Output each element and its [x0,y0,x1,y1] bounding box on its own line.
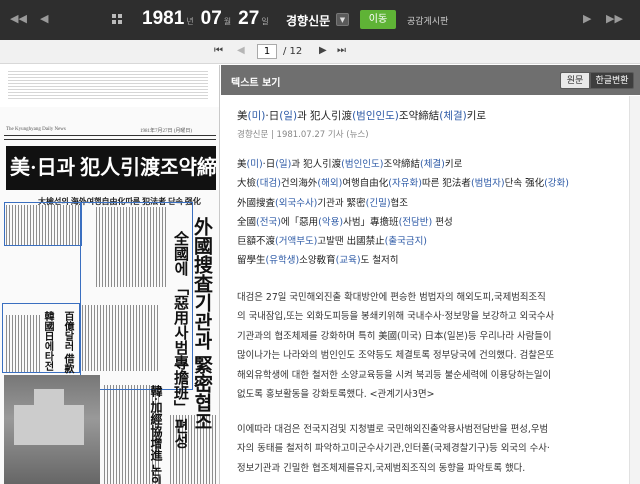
summary-line: 留學生(유학생)소양敎育(교육)도 철저히 [237,255,399,267]
toggle-original-button[interactable]: 원문 [560,72,590,89]
photo-building [14,405,84,445]
article-summary: 美(미)·日(일)과 犯人引渡(범인인도)조약締結(체결)키로 大檢(대검)건의… [237,156,569,272]
summary-line: 外國搜査(외국수사)기관과 緊密(긴밀)협조 [237,197,409,209]
summary-line: 巨額不渡(거액부도)고발땐 出國禁止(출국금지) [237,236,428,248]
prev-day-icon[interactable]: ◀ [40,12,48,25]
paragraph-line: 자의 동태를 철저히 파악하고미군수사기관,인터폴(국제경찰기구)등 외국의 수… [237,443,550,455]
masthead-rule [4,135,216,136]
newspaper-select[interactable]: 경향신문 [286,12,330,29]
article-text: 美(미)·日(일)과 犯人引渡(범인인도)조약締結(체결)키로 경향신문 | 1… [221,96,640,484]
summary-line: 美(미)·日(일)과 犯人引渡(범인인도)조약締結(체결)키로 [237,159,463,170]
masthead-text [8,71,208,101]
calendar-grid-icon[interactable] [112,14,123,25]
month-unit: 월 [223,17,232,26]
next-year-icon[interactable]: ▶▶ [606,12,623,25]
day-value[interactable]: 27 [238,8,259,30]
last-page-icon[interactable]: ⏭ [337,45,346,56]
day-unit: 일 [261,17,269,26]
vertical-headline: 韓國日에타전 [42,311,53,371]
masthead-english: The Kyunghyang Daily News [6,127,66,132]
prev-page-icon[interactable]: ◀ [237,45,245,56]
panel-title: 텍스트 보기 [231,78,281,89]
next-page-icon[interactable]: ▶ [319,45,327,56]
year-unit: 년 [186,17,194,26]
paragraph-line: 해외유학생에 대한 철저한 소양교육등을 시켜 북괴등 불순세력에 이용당하는일… [237,369,552,381]
go-button[interactable]: 이동 [360,10,396,29]
newspaper-headline: 美·日과 犯人引渡조약締結키로 [6,146,216,190]
scrollbar[interactable] [629,96,640,484]
page-navigator: ⏮ ◀ 1 / 12 ▶ ⏭ [0,40,640,64]
chevron-down-icon[interactable]: ▼ [336,13,349,26]
year-value[interactable]: 1981 [142,8,184,30]
paragraph-line: 대검은 27일 국민해외진출 확대방안에 편승한 범법자의 해외도피,국제범죄조… [237,292,546,303]
article-meta: 경향신문 | 1981.07.27 기사 (뉴스) [237,130,369,140]
vertical-headline: 外國搜査기관과 緊密협조 [191,217,212,431]
page-number-input[interactable]: 1 [257,44,277,59]
article-title: 美(미)·日(일)과 犯人引渡(범인인도)조약締結(체결)키로 [237,110,487,122]
article-paragraph: 이에따라 대검은 전국지검및 지청별로 국민해외진출악용사범전담반을 편성,우범… [237,420,629,478]
prev-year-icon[interactable]: ◀◀ [10,12,27,25]
board-link[interactable]: 공감게시판 [407,14,448,27]
vertical-headline: 韓·加經協增進 논의 [149,385,163,484]
page-total: / 12 [283,46,303,57]
masthead-date: 1981年7月27日 (月曜日) [140,129,193,134]
paragraph-line: 이에따라 대검은 전국지검및 지청별로 국민해외진출악용사범전담반을 편성,우범 [237,424,549,435]
summary-line: 大檢(대검)건의海外(해외)여행自由化(자유화)따른 犯法者(범법자)단속 强化… [237,178,569,190]
text-view-header: 텍스트 보기 원문 한글변환 [221,65,640,95]
masthead-rule-2 [4,139,216,140]
newspaper-page-image[interactable]: The Kyunghyang Daily News 1981年7月27日 (月曜… [0,65,220,484]
paragraph-line: 없도록 홍보활동을 강화토록했다. <관계기사3면> [237,389,435,401]
toggle-korean-button[interactable]: 한글변환 [590,72,634,89]
date-selector: 1981 년 07 월 27 일 [142,8,274,30]
vertical-headline: 全國에 「惡用사범專擔班」 편성 [172,231,188,449]
paragraph-line: 정보기관과 긴밀한 협조체제를유지,국제범죄조직의 동향을 파악토록 했다. [237,462,526,474]
next-day-icon[interactable]: ▶ [583,12,591,25]
article-paragraph: 대검은 27일 국민해외진출 확대방안에 편승한 범법자의 해외도피,국제범죄조… [237,288,629,404]
paragraph-line: 기관과의 협조체제를 강화하며 특히 美國(미국) 日本(일본)등 우리나라 사… [237,330,552,342]
paragraph-line: 많이나가는 나라와의 범인인도 조약등도 체결토록 정부당국에 건의했다. 검찰… [237,350,555,362]
top-bar: ◀◀ ◀ ▶ ▶▶ 1981 년 07 월 27 일 경향신문 ▼ 이동 공감게… [0,0,640,40]
first-page-icon[interactable]: ⏮ [214,45,223,56]
summary-line: 全國(전국)에「惡用(악용)사범」專擔班(전담반) 편성 [237,216,453,228]
vertical-headline: 百億달러 借款 [62,311,73,374]
newspaper-photo [4,375,100,484]
paragraph-line: 의 국내잠입,또는 외화도피등을 봉쇄키위해 국내수사·정보망을 보강하고 외국… [237,311,555,323]
month-value[interactable]: 07 [201,8,222,30]
photo-building [34,389,64,407]
highlight-box [4,202,82,246]
